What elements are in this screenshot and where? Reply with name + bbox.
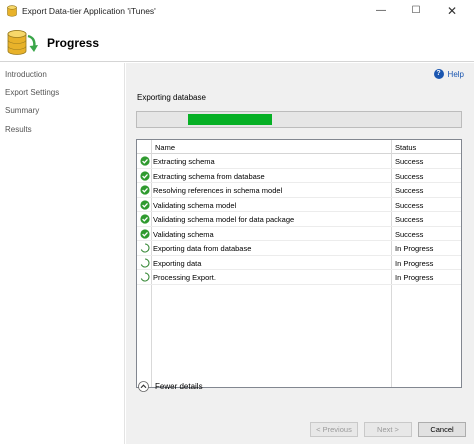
fewer-details-label: Fewer details [155,382,203,391]
row-status: Success [395,157,424,166]
table-row: Exporting data from database In Progress [137,241,461,256]
table-row: Exporting data In Progress [137,256,461,270]
wizard-sidebar: Introduction Export Settings Summary Res… [0,63,125,444]
row-status: Success [395,186,424,195]
help-icon: ? [433,69,444,79]
main-panel: ? Help Exporting database Name Status Ex… [126,63,474,444]
row-status: Success [395,200,424,210]
success-check-icon [140,170,150,181]
row-name: Validating schema model [153,200,237,210]
row-name: Validating schema [153,229,214,239]
help-label: Help [447,69,464,79]
maximize-button[interactable]: ☐ [401,0,431,22]
row-name: Processing Export. [153,273,216,282]
previous-button[interactable]: < Previous [310,422,358,437]
table-row: Processing Export. In Progress [137,270,461,285]
success-check-icon [140,185,150,195]
title-bar: Export Data-tier Application 'iTunes' — … [0,0,474,22]
database-export-icon [7,30,38,55]
row-name: Exporting data from database [153,244,252,253]
success-check-icon [140,214,150,224]
column-header-status[interactable]: Status [395,143,416,152]
sidebar-item-summary[interactable]: Summary [5,106,39,115]
row-name: Extracting schema from database [153,171,265,181]
minimize-button[interactable]: — [366,0,396,22]
row-status: In Progress [395,258,434,268]
row-status: In Progress [395,273,434,282]
row-status: Success [395,229,424,239]
sidebar-item-export-settings[interactable]: Export Settings [5,88,59,97]
row-name: Extracting schema [153,157,215,166]
database-app-icon [7,5,17,17]
fewer-details-toggle[interactable]: Fewer details [138,381,203,392]
in-progress-spinner-icon [140,243,150,253]
window-title: Export Data-tier Application 'iTunes' [22,6,156,16]
section-label: Exporting database [137,93,206,102]
row-name: Resolving references in schema model [153,186,283,195]
progress-bar [136,111,462,128]
row-status: Success [395,171,424,181]
table-row: Extracting schema Success [137,154,461,169]
success-check-icon [140,228,150,239]
in-progress-spinner-icon [140,257,150,268]
progress-grid: Name Status Extracting schema Success Extr… [136,139,462,388]
table-row: Validating schema model for data package… [137,212,461,227]
progress-fill [188,114,272,125]
sidebar-item-results[interactable]: Results [5,125,32,134]
success-check-icon [140,199,150,210]
page-title: Progress [47,36,100,50]
chevron-up-icon [138,381,149,392]
success-check-icon [140,156,150,166]
in-progress-spinner-icon [140,272,150,282]
sidebar-item-introduction[interactable]: Introduction [5,70,47,79]
table-row: Extracting schema from database Success [137,169,461,183]
row-name: Validating schema model for data package [153,215,295,224]
help-link[interactable]: ? Help [433,69,464,79]
row-status: Success [395,215,424,224]
close-button[interactable]: ✕ [437,0,467,22]
page-header: Progress [0,22,474,62]
row-status: In Progress [395,244,434,253]
table-row: Validating schema model Success [137,198,461,212]
table-row: Resolving references in schema model Succ… [137,183,461,198]
wizard-footer: < Previous Next > Cancel [126,411,474,444]
column-header-name[interactable]: Name [155,143,175,152]
next-button[interactable]: Next > [364,422,412,437]
grid-header: Name Status [137,140,461,154]
cancel-button[interactable]: Cancel [418,422,466,437]
table-row: Validating schema Success [137,227,461,241]
row-name: Exporting data [153,258,202,268]
